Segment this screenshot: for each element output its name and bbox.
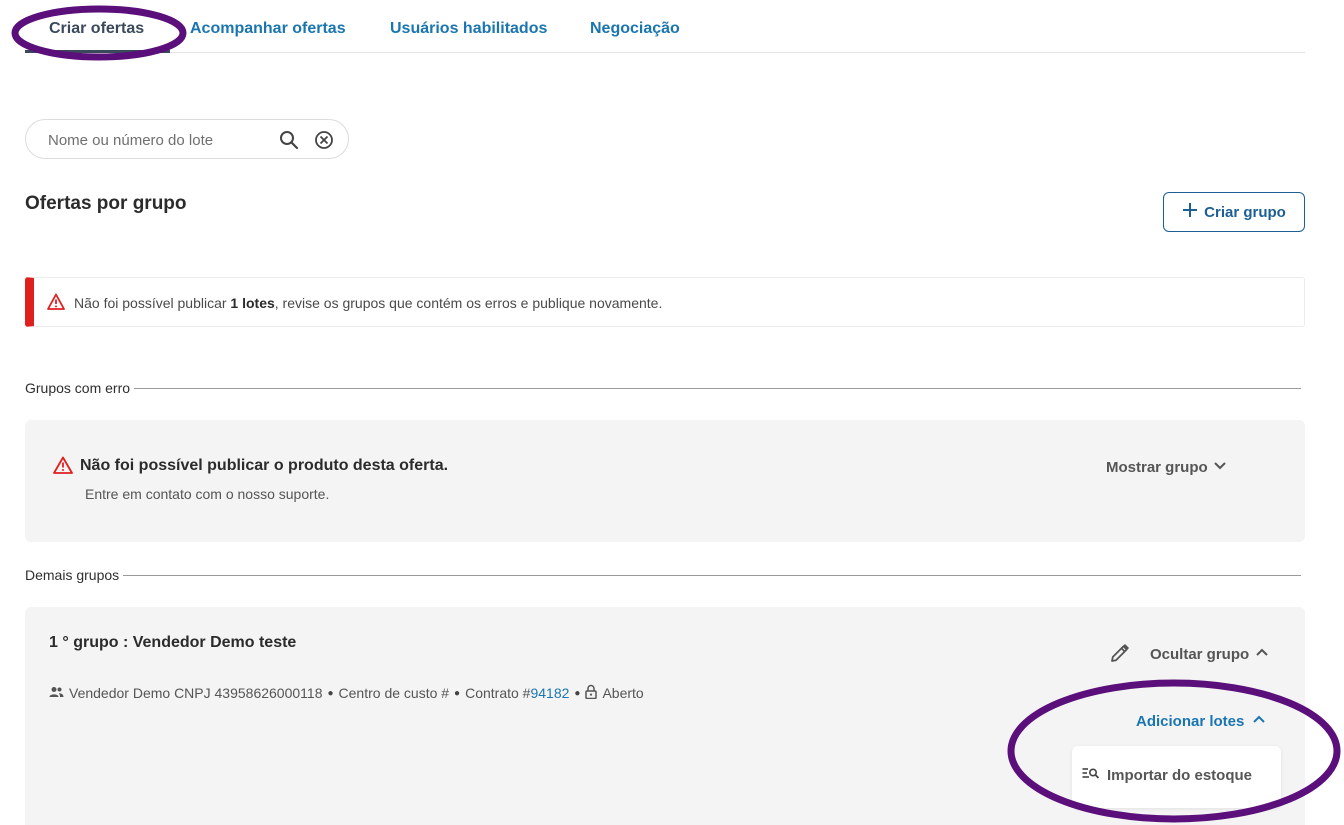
warning-icon bbox=[47, 293, 65, 311]
error-group-subtitle: Entre em contato com o nosso suporte. bbox=[85, 486, 330, 502]
show-group-label: Mostrar grupo bbox=[1106, 458, 1208, 476]
tab-bar: Criar ofertas Acompanhar ofertas Usuário… bbox=[25, 0, 1305, 53]
tab-criar-ofertas[interactable]: Criar ofertas bbox=[49, 20, 144, 38]
group-status: Aberto bbox=[602, 685, 644, 701]
divider-line bbox=[134, 387, 1301, 389]
users-icon bbox=[49, 685, 64, 701]
lock-open-icon bbox=[585, 684, 598, 702]
create-group-button[interactable]: Criar grupo bbox=[1163, 192, 1305, 232]
section-errors-divider: Grupos com erro bbox=[25, 380, 1301, 396]
group-cost-center: Centro de custo # bbox=[338, 685, 450, 701]
create-group-label: Criar grupo bbox=[1204, 203, 1286, 221]
plus-icon bbox=[1182, 202, 1198, 222]
section-others-divider: Demais grupos bbox=[25, 567, 1301, 583]
page-title: Ofertas por grupo bbox=[25, 193, 187, 214]
section-errors-label: Grupos com erro bbox=[25, 380, 131, 396]
error-group-card: Não foi possível publicar o produto dest… bbox=[25, 420, 1305, 542]
divider-line bbox=[123, 574, 1301, 576]
chevron-down-icon bbox=[1213, 458, 1227, 476]
import-search-icon bbox=[1082, 766, 1100, 784]
add-lots-button[interactable]: Adicionar lotes bbox=[1136, 712, 1266, 730]
hide-group-label: Ocultar grupo bbox=[1150, 645, 1250, 663]
section-others-label: Demais grupos bbox=[25, 567, 120, 583]
chevron-up-icon bbox=[1255, 645, 1269, 663]
group-seller: Vendedor Demo CNPJ 43958626000118 bbox=[69, 685, 323, 701]
group-title: 1 ° grupo : Vendedor Demo teste bbox=[49, 634, 297, 651]
active-tab-indicator bbox=[25, 50, 170, 53]
separator-dot: ● bbox=[327, 687, 334, 699]
group-meta: Vendedor Demo CNPJ 43958626000118 ● Cent… bbox=[49, 684, 644, 702]
menu-item-import-stock[interactable]: Importar do estoque bbox=[1082, 766, 1252, 784]
alert-count: 1 lotes bbox=[230, 295, 275, 311]
add-lots-menu: Importar do estoque bbox=[1072, 746, 1281, 808]
menu-item-label: Importar do estoque bbox=[1107, 766, 1253, 784]
error-alert: Não foi possível publicar 1 lotes, revis… bbox=[25, 277, 1305, 327]
search-icon[interactable] bbox=[278, 129, 300, 151]
group-contract: Contrato #94182 bbox=[465, 685, 570, 701]
error-group-title: Não foi possível publicar o produto dest… bbox=[80, 457, 449, 474]
clear-circle-icon[interactable] bbox=[313, 129, 335, 151]
separator-dot: ● bbox=[454, 687, 461, 699]
tab-acompanhar-ofertas[interactable]: Acompanhar ofertas bbox=[190, 20, 346, 38]
search-input[interactable] bbox=[48, 129, 268, 151]
contract-link[interactable]: 94182 bbox=[530, 685, 569, 701]
tab-negociacao[interactable]: Negociação bbox=[590, 20, 680, 38]
chevron-up-icon bbox=[1252, 712, 1266, 730]
show-group-button[interactable]: Mostrar grupo bbox=[1106, 458, 1227, 476]
pencil-icon[interactable] bbox=[1108, 641, 1132, 665]
group-card: 1 ° grupo : Vendedor Demo teste Vendedor… bbox=[25, 607, 1305, 825]
separator-dot: ● bbox=[574, 687, 581, 699]
add-lots-label: Adicionar lotes bbox=[1136, 712, 1245, 730]
hide-group-button[interactable]: Ocultar grupo bbox=[1150, 645, 1269, 663]
tab-usuarios-habilitados[interactable]: Usuários habilitados bbox=[390, 20, 547, 38]
alert-message: Não foi possível publicar 1 lotes, revis… bbox=[74, 295, 663, 311]
search-box bbox=[25, 119, 349, 159]
warning-icon bbox=[53, 456, 73, 474]
